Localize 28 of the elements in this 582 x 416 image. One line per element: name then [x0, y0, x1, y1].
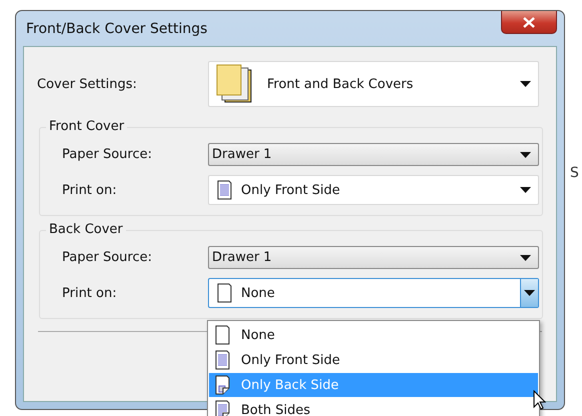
folded-page-icon [213, 374, 231, 396]
print-side-select[interactable]: None [208, 278, 539, 308]
close-icon [522, 16, 536, 28]
paper-source-select[interactable]: Drawer 1 [208, 246, 539, 269]
cover-settings-select[interactable]: Front and Back Covers [208, 61, 539, 107]
print-side-select[interactable]: Only Front Side [208, 175, 539, 205]
caret-icon [520, 254, 530, 260]
caret-icon [520, 81, 530, 87]
background-text: S [570, 165, 579, 181]
field-label: Cover Settings: [36, 76, 138, 92]
close-button[interactable] [501, 11, 557, 34]
field-label: Print on: [62, 182, 118, 198]
blank-page-icon [213, 324, 231, 346]
caret-icon [520, 152, 530, 158]
dropdown-option[interactable]: Only Front Side [209, 348, 538, 372]
caret-icon [524, 290, 535, 296]
dropdown-option[interactable]: None [209, 323, 538, 347]
blank-page-icon [215, 282, 233, 304]
caret-icon [520, 187, 530, 193]
dropdown-option[interactable]: Both Sides [209, 398, 538, 416]
paper-source-select[interactable]: Drawer 1 [208, 143, 539, 166]
window-title: Front/Back Cover Settings [26, 20, 208, 36]
field-label: Paper Source: [62, 250, 153, 265]
lined-page-icon [213, 349, 231, 371]
field-label: Paper Source: [62, 147, 153, 162]
dropdown-button[interactable] [520, 279, 538, 307]
field-label: Print on: [62, 286, 118, 300]
lined-page-icon [215, 179, 233, 201]
